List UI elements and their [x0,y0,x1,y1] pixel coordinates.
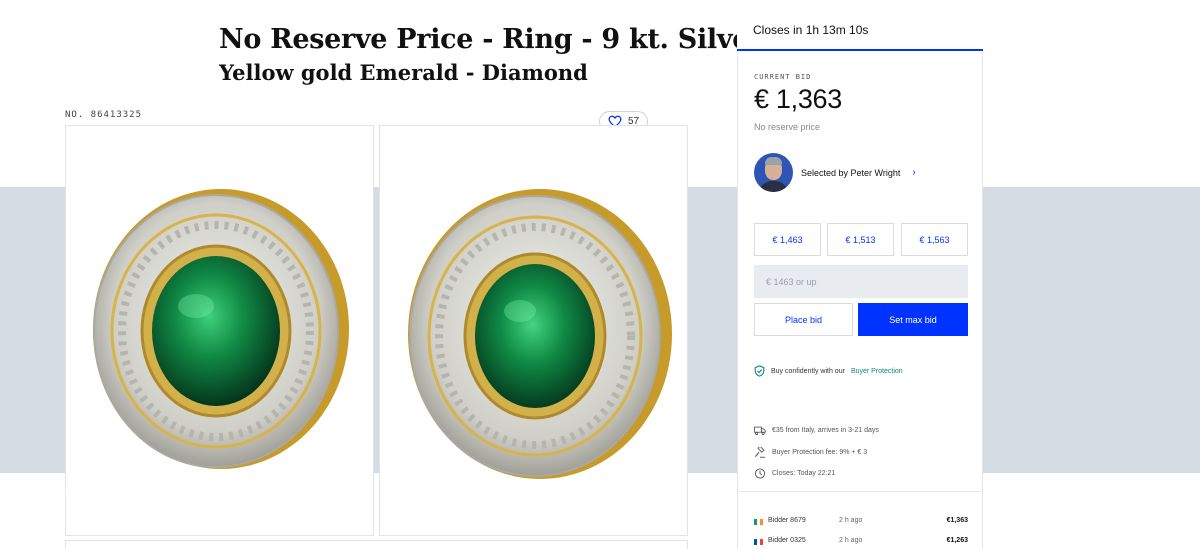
shipping-text: €35 from Italy, arrives in 3-21 days [772,427,879,434]
expert-name: Selected by Peter Wright [801,167,901,178]
title-line-2: Yellow gold Emerald - Diamond [219,60,588,85]
ireland-flag-icon [754,519,763,525]
protection-text: Buy confidently with our [771,367,845,375]
fee-info: Buyer Protection fee: 9% + € 3 [754,447,867,458]
bid-history-row: Bidder 0325 2 h ago €1,263 [754,537,968,549]
bid-history-row: Bidder 8679 2 h ago €1,363 [754,517,968,529]
bid-amount-input[interactable] [754,265,968,298]
bid-increment-button[interactable]: € 1,463 [754,223,821,256]
closing-countdown: Closes in 1h 13m 10s [737,0,983,51]
product-image-2[interactable] [379,125,688,536]
place-bid-button[interactable]: Place bid [754,303,853,336]
buyer-protection-link[interactable]: Buyer Protection [851,368,903,375]
watermark-text: skelbiu.lt [44,480,116,499]
bid-panel: Closes in 1h 13m 10s CURRENT BID € 1,363… [737,0,983,549]
bidder-name: Bidder 0325 [768,537,806,544]
divider [738,491,982,492]
expert-selection[interactable]: Selected by Peter Wright › [754,153,916,192]
clock-icon [754,468,766,479]
bidder-name: Bidder 8679 [768,517,806,524]
truck-icon [754,426,766,436]
current-bid-label: CURRENT BID [754,73,812,81]
fee-text: Buyer Protection fee: 9% + € 3 [772,449,868,456]
lot-number: NO. 86413325 [65,110,143,120]
lot-title: No Reserve Price - Ring - 9 kt. Silver, … [219,22,771,88]
france-flag-icon [754,539,763,545]
thumbnail-strip [65,540,688,549]
ring-photo [93,189,349,469]
bid-card: CURRENT BID € 1,363 No reserve price Sel… [737,51,983,549]
bid-amount: €1,363 [946,517,968,524]
gavel-icon [754,447,766,458]
set-max-bid-button[interactable]: Set max bid [858,303,968,336]
closing-text: Closes: Today 22:21 [772,470,836,477]
title-line-1: No Reserve Price - Ring - 9 kt. Silver, [219,24,771,55]
bid-amount: €1,263 [946,537,968,544]
shield-check-icon [754,365,765,377]
buyer-protection-note: Buy confidently with our Buyer Protectio… [754,365,903,377]
watermark-logo-icon: ⁘ [28,481,41,498]
current-bid-amount: € 1,363 [754,84,842,114]
product-image-1[interactable] [65,125,374,536]
closing-info: Closes: Today 22:21 [754,468,835,479]
watermark: ⁘ skelbiu.lt [28,480,115,500]
reserve-note: No reserve price [754,122,821,132]
ring-photo [408,189,672,479]
bid-increment-button[interactable]: € 1,563 [901,223,968,256]
bid-time: 2 h ago [839,537,863,544]
bid-increment-button[interactable]: € 1,513 [827,223,894,256]
expert-avatar [754,153,793,192]
shipping-info: €35 from Italy, arrives in 3-21 days [754,425,879,436]
bid-time: 2 h ago [839,517,863,524]
chevron-right-icon: › [912,167,916,178]
